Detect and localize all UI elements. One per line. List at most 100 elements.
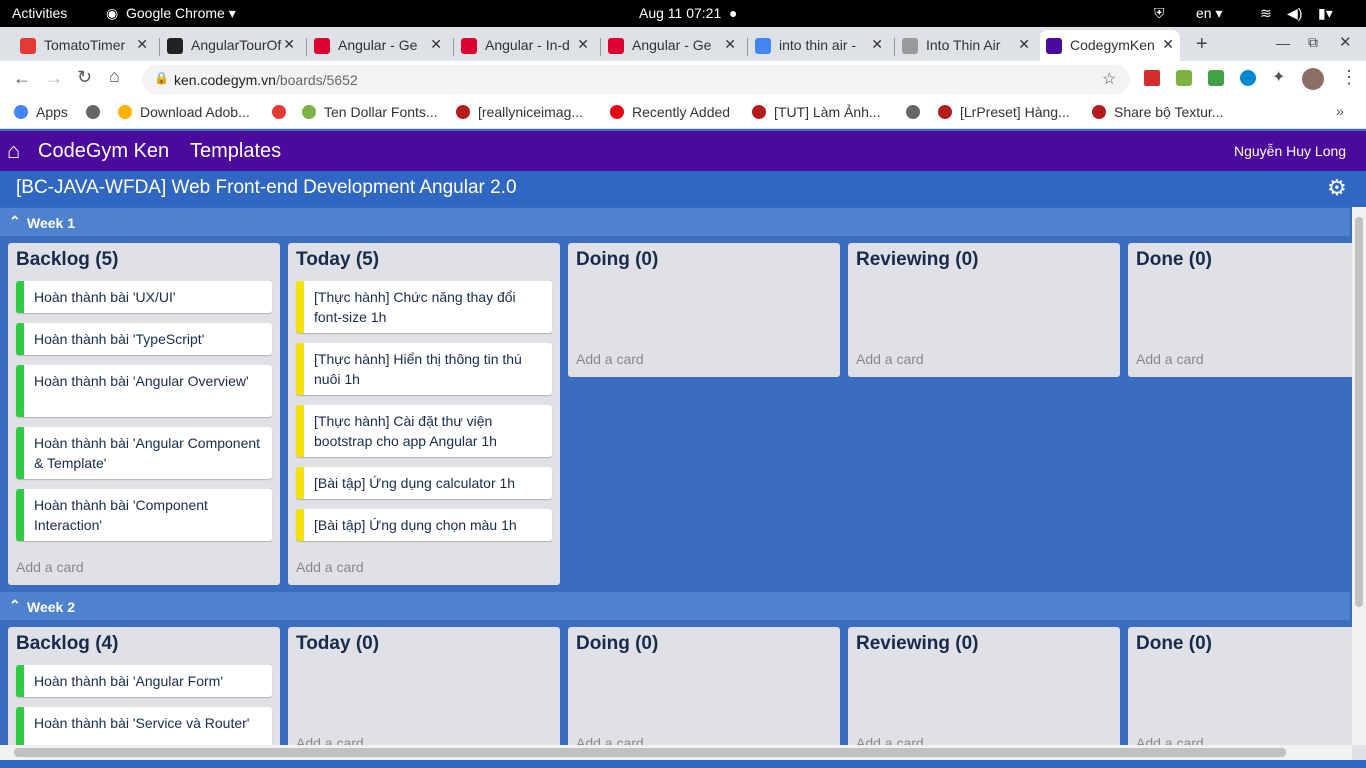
close-tab-icon[interactable]: ✕ (1018, 36, 1030, 53)
clock[interactable]: Aug 11 07:21 ● (639, 5, 738, 21)
more-bookmarks-icon[interactable]: » (1336, 103, 1344, 119)
bookmark-item[interactable]: Share bộ Textur... (1092, 104, 1223, 120)
extension-plant-icon[interactable] (1176, 70, 1192, 86)
close-tab-icon[interactable]: ✕ (724, 36, 736, 53)
list-title: Today (5) (296, 249, 380, 270)
board-title: [BC-JAVA-WFDA] Web Front-end Development… (16, 177, 517, 198)
bookmark-item[interactable]: [reallyniceimag... (456, 104, 583, 120)
bookmarks-bar: Apps Download Adob... Ten Dollar Fonts... [… (0, 97, 1366, 129)
bookmark-star-icon[interactable]: ☆ (1102, 69, 1116, 89)
address-bar[interactable]: 🔒 ken.codegym.vn/boards/5652 ☆ (142, 65, 1130, 94)
bookmark-item[interactable]: Download Adob... (118, 104, 250, 120)
home-icon[interactable]: ⌂ (109, 66, 120, 87)
close-tab-icon[interactable]: ✕ (283, 36, 295, 53)
templates-link[interactable]: Templates (190, 140, 281, 163)
add-card-button[interactable]: Add a card (1136, 351, 1204, 367)
card[interactable]: [Bài tập] Ứng dụng calculator 1h (296, 467, 552, 499)
tab-1[interactable]: AngularTourOf ✕ (161, 30, 301, 61)
horizontal-scrollbar[interactable] (0, 745, 1352, 760)
settings-gear-icon[interactable]: ⚙ (1327, 175, 1347, 201)
close-tab-icon[interactable]: ✕ (430, 36, 442, 53)
list-column: Reviewing (0) Add a card (848, 243, 1120, 377)
collapse-chevron-icon[interactable]: ⌃ (9, 213, 21, 230)
bookmark-item[interactable]: [LrPreset] Hàng... (938, 104, 1070, 120)
new-tab-button[interactable]: + (1196, 33, 1208, 56)
card[interactable]: Hoàn thành bài 'TypeScript' (16, 323, 272, 355)
close-tab-icon[interactable]: ✕ (577, 36, 589, 53)
tab-separator (306, 38, 307, 56)
close-tab-icon[interactable]: ✕ (1162, 36, 1174, 53)
restore-button[interactable]: ⧉ (1308, 34, 1318, 51)
forward-icon[interactable]: → (45, 68, 63, 89)
tab-4[interactable]: Angular - Ge ✕ (602, 30, 742, 61)
bookmark-item[interactable]: Recently Added (610, 104, 730, 120)
close-tab-icon[interactable]: ✕ (136, 36, 148, 53)
card[interactable]: [Thực hành] Chức năng thay đổi font-size… (296, 281, 552, 333)
reload-icon[interactable]: ↻ (77, 67, 92, 88)
app-menu-button[interactable]: Google Chrome ▾ (126, 5, 236, 22)
card[interactable]: Hoàn thành bài 'Angular Component & Temp… (16, 427, 272, 479)
close-window-button[interactable]: ✕ (1339, 33, 1352, 51)
shield-icon: ⛨ (1154, 5, 1165, 21)
user-name[interactable]: Nguyễn Huy Long (1234, 143, 1346, 159)
card[interactable]: [Thực hành] Cài đặt thư viện bootstrap c… (296, 405, 552, 457)
card[interactable]: Hoàn thành bài 'UX/UI' (16, 281, 272, 313)
tab-title: Angular - Ge (338, 37, 418, 53)
horizontal-scroll-thumb[interactable] (14, 748, 1286, 757)
week-label: Week 1 (27, 215, 75, 231)
app-header: ⌂ CodeGym Ken Templates Nguyễn Huy Long (0, 131, 1366, 171)
card[interactable]: Hoàn thành bài 'Component Interaction' (16, 489, 272, 541)
card[interactable]: [Bài tập] Ứng dụng chọn màu 1h (296, 509, 552, 541)
bookmark-item[interactable]: [TUT] Làm Ảnh... (752, 104, 881, 120)
tab-2[interactable]: Angular - Ge ✕ (308, 30, 448, 61)
bookmark-item[interactable] (906, 104, 928, 120)
chrome-menu-icon[interactable]: ⋮ (1340, 67, 1358, 88)
collapse-chevron-icon[interactable]: ⌃ (9, 597, 21, 614)
battery-icon[interactable]: ▮▾ (1318, 5, 1333, 22)
extension-eye-icon[interactable] (1240, 70, 1256, 86)
extensions-puzzle-icon[interactable]: ✦ (1272, 67, 1285, 87)
activities-button[interactable]: Activities (12, 5, 67, 21)
tab-separator (159, 38, 160, 56)
week-header[interactable]: ⌃ Week 2 (0, 592, 1350, 620)
vertical-scrollbar[interactable] (1352, 207, 1366, 745)
bookmark-icon (86, 105, 100, 119)
tab-separator (600, 38, 601, 56)
bookmark-item[interactable] (86, 104, 108, 120)
add-card-button[interactable]: Add a card (576, 351, 644, 367)
week-header[interactable]: ⌃ Week 1 (0, 208, 1350, 236)
tab-5[interactable]: into thin air - ✕ (749, 30, 889, 61)
profile-avatar[interactable] (1302, 68, 1324, 90)
tab-title: Angular - Ge (632, 37, 712, 53)
extension-mail-icon[interactable] (1208, 70, 1224, 86)
language-button[interactable]: en ▾ (1196, 5, 1223, 22)
list-title: Backlog (4) (16, 633, 119, 654)
wifi-icon[interactable]: ≋ (1260, 5, 1272, 22)
home-icon[interactable]: ⌂ (7, 138, 20, 164)
list-title: Reviewing (0) (856, 249, 979, 270)
vertical-scroll-thumb[interactable] (1355, 217, 1363, 607)
extension-icon[interactable] (1144, 70, 1160, 86)
card[interactable]: Hoàn thành bài 'Angular Overview' (16, 365, 272, 417)
add-card-button[interactable]: Add a card (16, 559, 84, 575)
card[interactable]: Hoàn thành bài 'Angular Form' (16, 665, 272, 697)
add-card-button[interactable]: Add a card (296, 559, 364, 575)
list-column: Backlog (5) Hoàn thành bài 'UX/UI' Hoàn th… (8, 243, 280, 585)
bookmark-item[interactable]: Apps (14, 104, 68, 120)
tab-6[interactable]: Into Thin Air ✕ (896, 30, 1036, 61)
brand-link[interactable]: CodeGym Ken (38, 140, 169, 163)
bookmark-item[interactable] (272, 104, 294, 120)
minimize-button[interactable]: — (1276, 35, 1290, 51)
close-tab-icon[interactable]: ✕ (871, 36, 883, 53)
list-column: Done (0) Add a card (1128, 243, 1366, 377)
bookmark-item[interactable]: Ten Dollar Fonts... (302, 104, 438, 120)
tab-3[interactable]: Angular - In-d ✕ (455, 30, 595, 61)
card[interactable]: [Thực hành] Hiển thị thông tin thú nuôi … (296, 343, 552, 395)
list-column: Doing (0) Add a card (568, 627, 840, 760)
volume-icon[interactable]: ◀) (1287, 5, 1302, 22)
back-icon[interactable]: ← (13, 68, 31, 89)
add-card-button[interactable]: Add a card (856, 351, 924, 367)
tab-0[interactable]: TomatoTimer ✕ (14, 30, 154, 61)
tab-7[interactable]: CodegymKen ✕ (1040, 30, 1180, 61)
bottom-strip (0, 760, 1366, 768)
